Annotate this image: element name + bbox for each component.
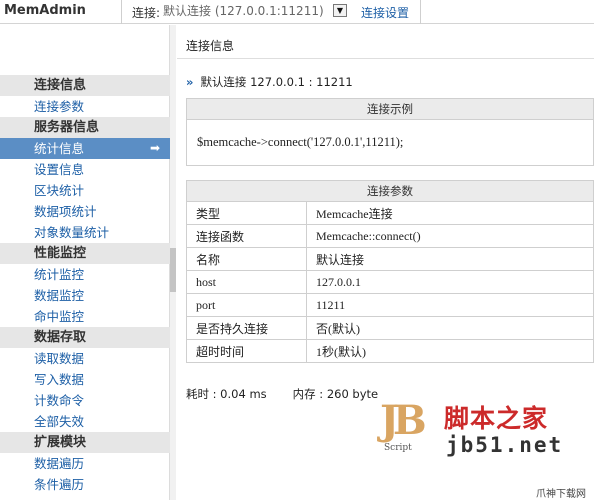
sidebar-item-stats-monitor[interactable]: 统计监控 xyxy=(0,264,170,285)
param-value: Memcache::connect() xyxy=(306,224,594,248)
connection-select[interactable]: 默认连接 (127.0.0.1:11211) xyxy=(163,3,353,19)
page-title: 连接信息 xyxy=(186,39,235,53)
sidebar-item-object-count[interactable]: 对象数量统计 xyxy=(0,222,170,243)
param-value: 11211 xyxy=(306,293,594,317)
current-connection-text: 默认连接 127.0.0.1 : 11211 xyxy=(200,75,353,89)
memory-usage: 内存 : 260 byte xyxy=(292,387,379,401)
sidebar-item-hit-monitor[interactable]: 命中监控 xyxy=(0,306,170,327)
table-row: 名称 默认连接 xyxy=(186,247,594,271)
param-value: 1秒(默认) xyxy=(306,339,594,363)
connection-settings-link[interactable]: 连接设置 xyxy=(361,4,409,21)
sidebar-item-statistics[interactable]: 统计信息 ➡ xyxy=(0,138,170,159)
table-row: 超时时间 1秒(默认) xyxy=(186,339,594,363)
app-title: MemAdmin xyxy=(4,3,86,18)
param-key: 超时时间 xyxy=(186,339,307,363)
sidebar: 连接信息 连接参数 服务器信息 统计信息 ➡ 设置信息 区块统计 数据项统计 对… xyxy=(0,25,170,500)
sidebar-item-read-data[interactable]: 读取数据 xyxy=(0,348,170,369)
sidebar-item-write-data[interactable]: 写入数据 xyxy=(0,369,170,390)
watermark-logo: JB Script 脚本之家 jb51.net xyxy=(380,397,580,465)
sidebar-item-items[interactable]: 数据项统计 xyxy=(0,201,170,222)
param-value: 127.0.0.1 xyxy=(306,270,594,294)
params-table-header: 连接参数 xyxy=(186,180,594,202)
menu-group-monitor: 性能监控 xyxy=(0,243,170,264)
param-key: 类型 xyxy=(186,201,307,225)
scrollbar-thumb[interactable] xyxy=(170,248,176,292)
menu-group-extensions: 扩展模块 xyxy=(0,432,170,453)
divider xyxy=(121,0,122,24)
stats-footer: 耗时 : 0.04 ms 内存 : 260 byte xyxy=(186,386,378,402)
watermark-script-text: Script xyxy=(384,443,412,453)
sidebar-menu: 连接信息 连接参数 服务器信息 统计信息 ➡ 设置信息 区块统计 数据项统计 对… xyxy=(0,75,170,495)
table-row: 连接函数 Memcache::connect() xyxy=(186,224,594,248)
table-row: host 127.0.0.1 xyxy=(186,270,594,294)
divider xyxy=(420,0,421,24)
sidebar-item-flush-all[interactable]: 全部失效 xyxy=(0,411,170,432)
param-key: host xyxy=(186,270,307,294)
menu-group-server: 服务器信息 xyxy=(0,117,170,138)
example-code: $memcache->connect('127.0.0.1',11211); xyxy=(186,119,594,166)
watermark-logo-letters: JB xyxy=(380,397,427,444)
watermark-url: jb51.net xyxy=(446,433,564,457)
param-key: 名称 xyxy=(186,247,307,271)
sidebar-item-settings[interactable]: 设置信息 xyxy=(0,159,170,180)
menu-group-connection: 连接信息 xyxy=(0,75,170,96)
chevron-down-icon[interactable]: ▼ xyxy=(333,4,347,17)
param-value: 默认连接 xyxy=(306,247,594,271)
example-table: 连接示例 $memcache->connect('127.0.0.1',1121… xyxy=(186,98,594,166)
param-key: port xyxy=(186,293,307,317)
param-value: 否(默认) xyxy=(306,316,594,340)
sidebar-item-counter[interactable]: 计数命令 xyxy=(0,390,170,411)
sidebar-item-slabs[interactable]: 区块统计 xyxy=(0,180,170,201)
param-key: 连接函数 xyxy=(186,224,307,248)
param-key: 是否持久连接 xyxy=(186,316,307,340)
params-table: 连接参数 类型 Memcache连接 连接函数 Memcache::connec… xyxy=(186,180,594,363)
elapsed-time: 耗时 : 0.04 ms xyxy=(186,387,267,401)
table-row: 类型 Memcache连接 xyxy=(186,201,594,225)
sidebar-item-label: 统计信息 xyxy=(34,141,85,156)
divider xyxy=(177,58,594,59)
corner-watermark: 爪神下载网 xyxy=(536,489,586,500)
watermark-site-name: 脚本之家 xyxy=(444,404,549,433)
current-connection: » 默认连接 127.0.0.1 : 11211 xyxy=(186,74,353,90)
example-table-header: 连接示例 xyxy=(186,98,594,120)
sidebar-item-conditional-traverse[interactable]: 条件遍历 xyxy=(0,474,170,495)
param-value: Memcache连接 xyxy=(306,201,594,225)
top-bar: MemAdmin 连接: 默认连接 (127.0.0.1:11211) ▼ 连接… xyxy=(0,0,594,24)
arrow-right-icon: ➡ xyxy=(149,141,160,155)
table-row: port 11211 xyxy=(186,293,594,317)
sidebar-item-data-monitor[interactable]: 数据监控 xyxy=(0,285,170,306)
connection-label: 连接: xyxy=(132,6,161,20)
sidebar-item-traverse[interactable]: 数据遍历 xyxy=(0,453,170,474)
table-row: 是否持久连接 否(默认) xyxy=(186,316,594,340)
double-chevron-right-icon: » xyxy=(186,75,194,89)
sidebar-item-connection-params[interactable]: 连接参数 xyxy=(0,96,170,117)
menu-group-data-access: 数据存取 xyxy=(0,327,170,348)
